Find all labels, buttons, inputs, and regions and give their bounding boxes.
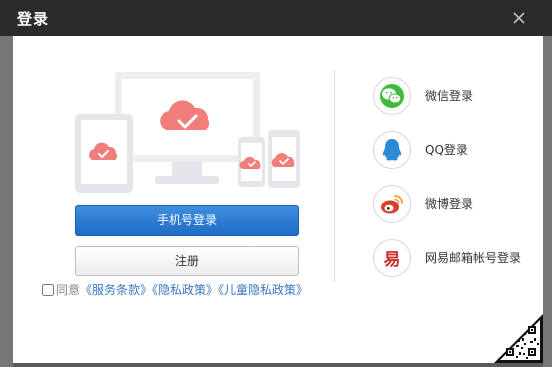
svg-text:易: 易 (384, 250, 401, 270)
close-icon[interactable] (510, 9, 528, 27)
qr-code-icon[interactable] (494, 314, 543, 363)
register-button[interactable]: 注册 (75, 246, 299, 276)
wechat-login-option[interactable]: 微信登录 (373, 77, 543, 117)
weibo-icon (373, 185, 411, 223)
child-privacy-link[interactable]: 《儿童隐私政策》 (218, 283, 308, 297)
dialog-title: 登录 (17, 10, 50, 28)
qq-icon (373, 131, 411, 169)
privacy-link[interactable]: 《隐私政策》 (152, 283, 218, 297)
qq-login-option[interactable]: QQ登录 (373, 131, 543, 171)
dialog-body: 手机号登录 注册 微信登录 QQ登录 微博登录 易 网易邮箱帐号登录 (13, 36, 543, 363)
devices-illustration-icon (75, 72, 300, 193)
agree-prefix: 同意 (56, 283, 81, 297)
qq-login-label: QQ登录 (425, 143, 468, 157)
vertical-divider (334, 71, 335, 281)
netease-mail-icon: 易 (373, 239, 411, 277)
agree-checkbox[interactable] (42, 284, 54, 296)
netease-mail-login-option[interactable]: 易 网易邮箱帐号登录 (373, 239, 543, 279)
agreement-row: 同意《服务条款》《隐私政策》《儿童隐私政策》 (42, 281, 308, 298)
phone-login-button[interactable]: 手机号登录 (75, 205, 299, 236)
weibo-login-option[interactable]: 微博登录 (373, 185, 543, 225)
login-dialog: 登录 手机号登录 注册 微信登录 QQ登录 微博登录 易 网易邮箱帐号登录 同意… (0, 0, 552, 367)
wechat-icon (373, 77, 411, 115)
terms-link[interactable]: 《服务条款》 (80, 283, 152, 297)
dialog-titlebar: 登录 (0, 0, 552, 36)
weibo-login-label: 微博登录 (425, 197, 474, 211)
netease-mail-login-label: 网易邮箱帐号登录 (425, 251, 522, 265)
wechat-login-label: 微信登录 (425, 89, 474, 103)
